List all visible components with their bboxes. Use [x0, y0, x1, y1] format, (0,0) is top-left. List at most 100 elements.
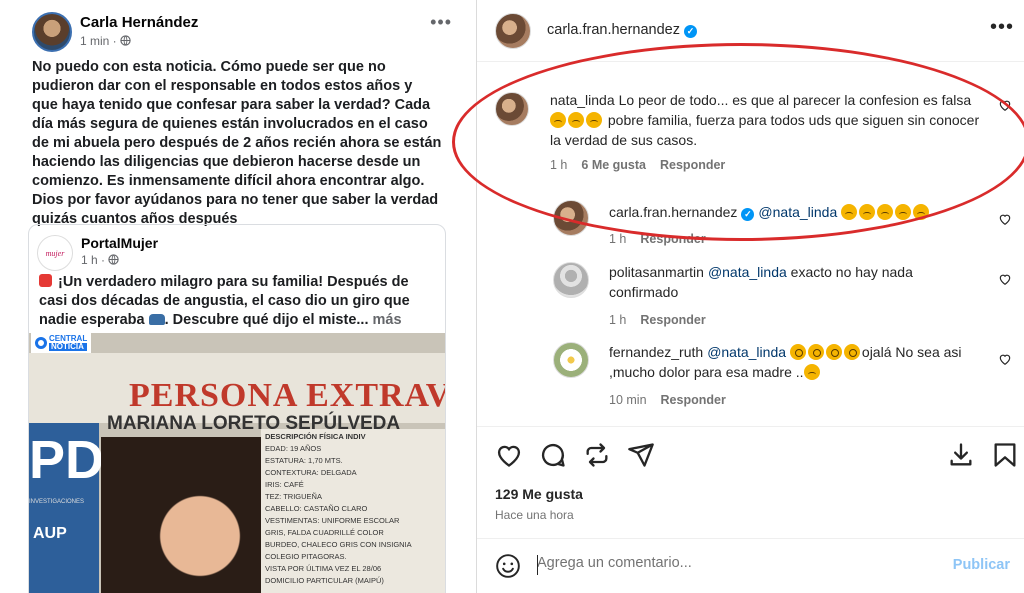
repost-icon[interactable]: [583, 441, 611, 469]
like-comment-heart-icon[interactable]: [998, 212, 1012, 226]
author-avatar[interactable]: [495, 13, 531, 49]
comment-reply: politasanmartin @nata_linda exacto no hay…: [477, 260, 1024, 330]
reply-button[interactable]: Responder: [640, 313, 705, 327]
sad-face-icon: [568, 112, 584, 128]
sad-face-icon: [841, 204, 858, 220]
comment: nata_linda Lo peor de todo... es que al p…: [477, 88, 1024, 188]
comment-meta: 1 h Responder: [609, 313, 720, 327]
comment-text: nata_linda Lo peor de todo... es que al p…: [550, 92, 980, 148]
comment-username[interactable]: fernandez_ruth: [609, 344, 703, 360]
comment-username[interactable]: nata_linda: [550, 92, 615, 108]
shared-post-card[interactable]: mujer PortalMujer 1 h · ¡Un verdadero mi…: [28, 224, 446, 593]
instagram-panel: carla.fran.hernandez ✓ ••• nata_linda Lo p…: [477, 0, 1024, 593]
comment-text: fernandez_ruth @nata_linda ojalá No sea a…: [609, 344, 962, 380]
reply-button[interactable]: Responder: [660, 158, 725, 172]
download-icon[interactable]: [947, 441, 975, 469]
comment-icon[interactable]: [539, 441, 567, 469]
author-username[interactable]: carla.fran.hernandez ✓: [547, 22, 697, 38]
shared-page-name[interactable]: PortalMujer: [81, 235, 158, 251]
comment-text: carla.fran.hernandez ✓ @nata_linda: [609, 202, 999, 222]
poster-side-band: PDI INVESTIGACIONES AUP: [29, 423, 119, 593]
post-text: No puedo con esta noticia. Cómo puede se…: [32, 59, 442, 227]
post-time[interactable]: Hace una hora: [495, 508, 574, 522]
post-header: Carla Hernández 1 min · •••: [32, 10, 452, 52]
like-heart-icon[interactable]: [495, 441, 523, 469]
sad-face-icon: [895, 204, 912, 220]
commenter-avatar[interactable]: [495, 92, 529, 126]
comment-text: politasanmartin @nata_linda exacto no hay…: [609, 264, 913, 300]
reply-button[interactable]: Responder: [661, 393, 726, 407]
sad-face-icon: [877, 204, 894, 220]
publish-button[interactable]: Publicar: [953, 557, 1010, 573]
badge-bottom: NOTICIA: [49, 343, 88, 351]
post-action-bar: [477, 426, 1024, 476]
author-name[interactable]: Carla Hernández: [80, 14, 198, 31]
globe-icon: [120, 35, 131, 46]
surprised-face-icon: [807, 344, 824, 360]
more-options-icon[interactable]: •••: [430, 12, 452, 33]
comment-likes[interactable]: 6 Me gusta: [581, 158, 646, 172]
poster-title: PERSONA EXTRAVIAD: [129, 377, 445, 414]
mention-link[interactable]: @nata_linda: [708, 264, 787, 280]
more-options-icon[interactable]: •••: [990, 16, 1014, 39]
pdi-subtitle: INVESTIGACIONES: [29, 499, 85, 505]
surprised-face-icon: [825, 344, 842, 360]
like-comment-heart-icon[interactable]: [998, 272, 1012, 286]
shared-post-time[interactable]: 1 h ·: [81, 253, 108, 267]
post-time[interactable]: 1 min ·: [80, 34, 120, 48]
surprised-face-icon: [843, 344, 860, 360]
sad-face-icon: [859, 204, 876, 220]
shared-text-b: . Descubre qué dijo el miste...: [164, 312, 373, 328]
emoji-picker-icon[interactable]: [495, 553, 521, 579]
save-bookmark-icon[interactable]: [991, 441, 1019, 469]
poster-header: PERSONA EXTRAVIAD MARIANA LORETO SEPÚLVE…: [29, 353, 445, 434]
sad-face-icon: [913, 204, 930, 220]
sad-face-icon: [550, 112, 566, 128]
pdi-code: AUP: [33, 525, 67, 542]
reply-button[interactable]: Responder: [640, 232, 705, 246]
comment-time[interactable]: 10 min: [609, 393, 647, 407]
siren-icon: [39, 274, 52, 287]
text-cursor: [537, 555, 538, 575]
comment-time[interactable]: 1 h: [609, 313, 626, 327]
page-logo[interactable]: mujer: [37, 235, 73, 271]
comment-reply: carla.fran.hernandez ✓ @nata_linda 1 h Resp…: [477, 198, 1024, 254]
globe-icon: [108, 254, 120, 265]
commenter-avatar[interactable]: [553, 262, 589, 298]
central-noticia-logo-icon: [35, 337, 47, 349]
missing-person-poster[interactable]: CENTRAL NOTICIA PERSONA EXTRAVIAD MARIAN…: [29, 333, 445, 593]
see-more-link[interactable]: más: [373, 312, 402, 328]
add-comment-bar: Publicar: [477, 538, 1024, 593]
comment-meta: 1 h 6 Me gusta Responder: [550, 158, 739, 172]
comment-time[interactable]: 1 h: [609, 232, 626, 246]
comment-input[interactable]: [537, 555, 917, 571]
verified-badge-icon: ✓: [741, 208, 755, 221]
post-header: carla.fran.hernandez ✓ •••: [477, 0, 1024, 62]
share-send-icon[interactable]: [627, 441, 655, 469]
sad-face-icon: [803, 364, 820, 380]
comment-meta: 1 h Responder: [609, 232, 720, 246]
mention-link[interactable]: @nata_linda: [758, 204, 837, 220]
mention-link[interactable]: @nata_linda: [707, 344, 786, 360]
person-photo: [101, 437, 281, 593]
central-noticia-badge: CENTRAL NOTICIA: [31, 333, 92, 353]
surprised-face-icon: [789, 344, 806, 360]
like-comment-heart-icon[interactable]: [998, 98, 1012, 112]
comment-reply: fernandez_ruth @nata_linda ojalá No sea a…: [477, 340, 1024, 420]
comment-username[interactable]: politasanmartin: [609, 264, 704, 280]
sad-face-icon: [586, 112, 602, 128]
like-count[interactable]: 129 Me gusta: [495, 486, 583, 502]
commenter-avatar[interactable]: [553, 200, 589, 236]
author-avatar[interactable]: [32, 12, 72, 52]
person-description: DESCRIPCIÓN FÍSICA INDIV EDAD: 19 AÑOS E…: [261, 429, 445, 593]
post-meta: 1 min ·: [80, 34, 131, 48]
facebook-post: Carla Hernández 1 min · ••• No puedo con…: [18, 0, 458, 593]
comment-time[interactable]: 1 h: [550, 158, 567, 172]
like-comment-heart-icon[interactable]: [998, 352, 1012, 366]
comment-username[interactable]: carla.fran.hernandez: [609, 204, 737, 220]
commenter-avatar[interactable]: [553, 342, 589, 378]
comment-meta: 10 min Responder: [609, 393, 740, 407]
police-car-icon: [148, 314, 165, 325]
verified-badge-icon: ✓: [684, 25, 697, 38]
shared-post-meta: 1 h ·: [81, 253, 120, 267]
